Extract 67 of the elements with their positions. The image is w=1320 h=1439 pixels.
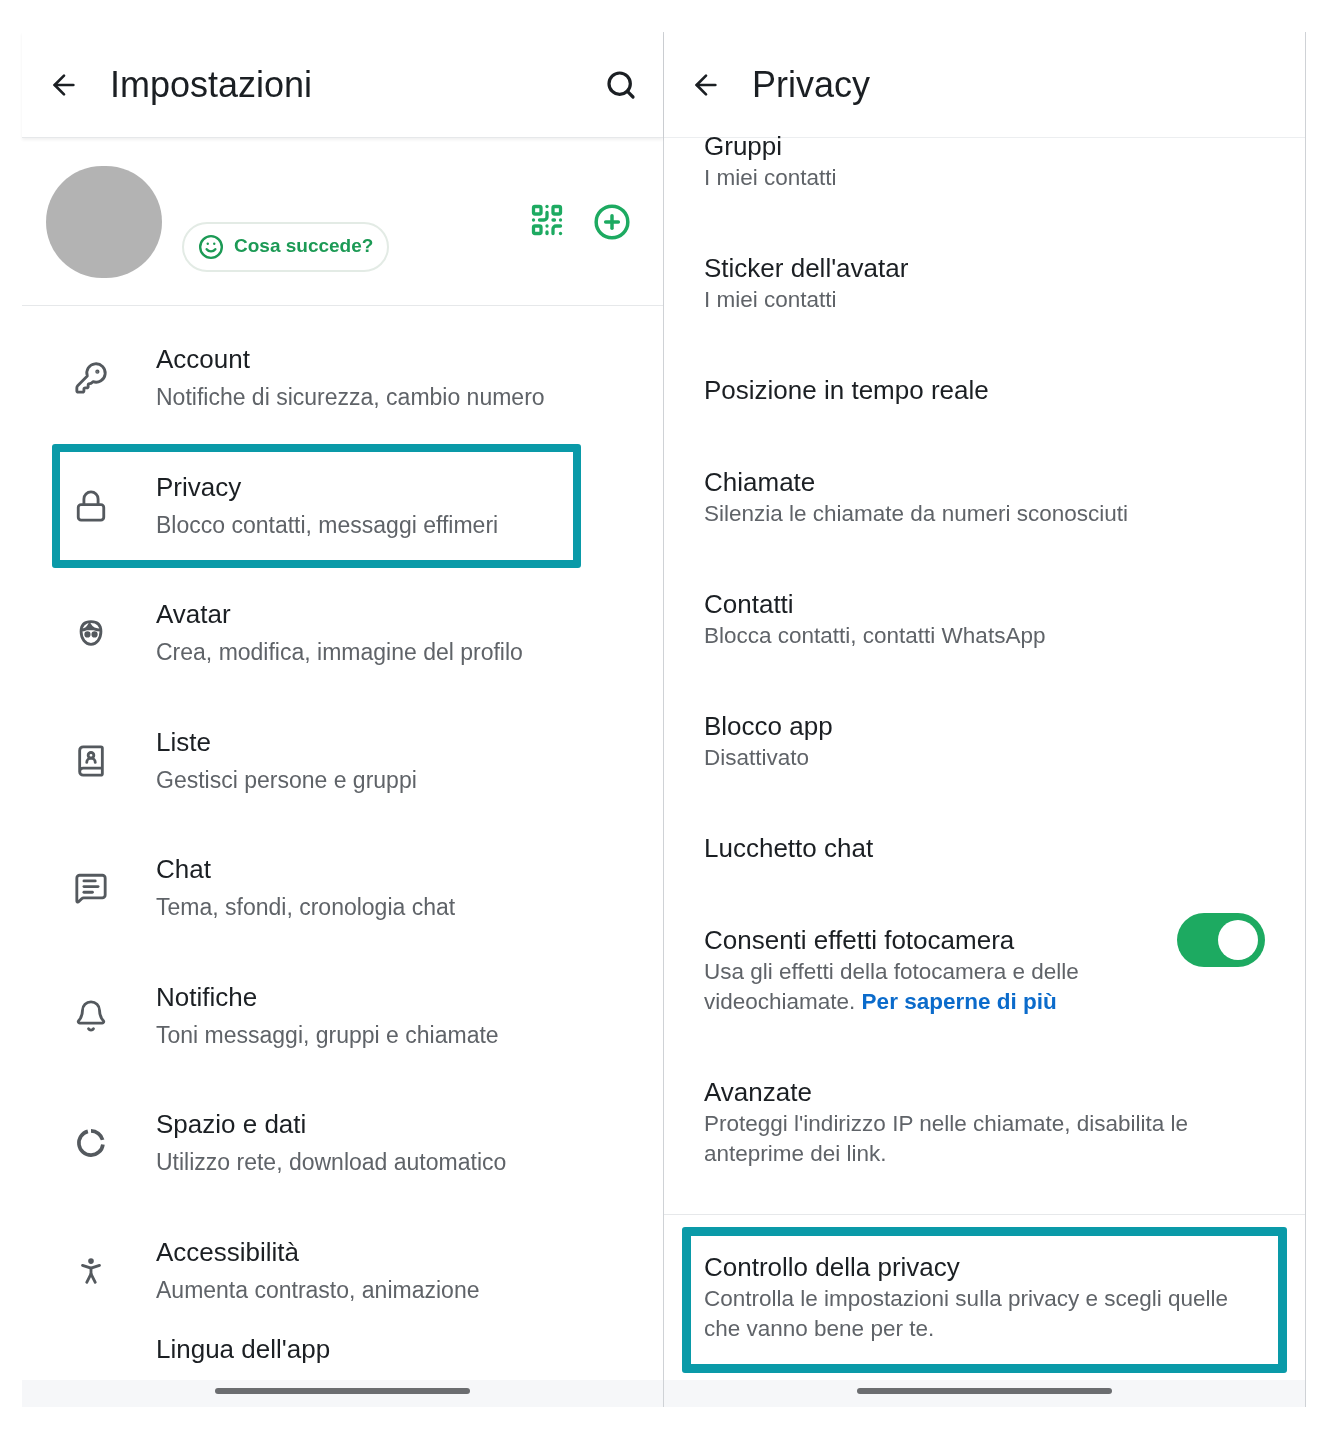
item-title: Blocco app [704,710,834,743]
item-subtitle: Silenzia le chiamate da numeri sconosciuti [704,500,1129,528]
item-subtitle: Controlla le impostazioni sulla privacy e scegli quelle che vanno bene per te. [704,1285,1229,1343]
bell-icon [74,998,108,1033]
qr-code-icon[interactable] [529,202,565,238]
item-title: Posizione in tempo reale [704,374,990,407]
add-icon[interactable] [593,202,631,241]
item-title: Chiamate [704,466,817,499]
item-title: Lingua dell'app [156,1333,331,1366]
toggle-switch[interactable] [1177,913,1265,967]
privacy-item[interactable]: Chiamate Silenzia le chiamate da numeri sconosciuti [664,436,1305,558]
item-subtitle: I miei contatti [704,164,838,192]
privacy-item[interactable]: Posizione in tempo reale [664,344,1305,436]
settings-item[interactable]: Chat Tema, sfondi, cronologia chat [52,826,581,950]
key-icon [74,361,108,395]
settings-item[interactable]: Account Notifiche di sicurezza, cambio numero [52,316,581,440]
item-subtitle: Tema, sfondi, cronologia chat [156,893,456,922]
item-title: Liste [156,725,212,759]
item-subtitle: Gestisci persone e gruppi [156,765,417,795]
privacy-item[interactable]: Controllo della privacy Controlla le impostazioni sulla privacy e scegli quelle che vanno bene per te. [682,1227,1287,1373]
settings-item[interactable]: Liste Gestisci persone e gruppi [52,698,581,823]
screen-title: Impostazioni [110,62,313,107]
item-title: Spazio e dati [156,1108,308,1141]
home-handle[interactable] [857,1388,1112,1394]
privacy-item[interactable]: Lucchetto chat [664,802,1305,894]
ring-icon [74,1126,108,1160]
privacy-item[interactable]: Avanzate Proteggi l'indirizzo IP nelle chiamate, disabilita le anteprime dei link. [664,1046,1305,1198]
item-title: Contatti [704,588,795,621]
item-subtitle: Crea, modifica, immagine del profilo [156,638,523,667]
privacy-item[interactable]: Consenti effetti fotocamera Usa gli effetti della fotocamera e delle videochiamate. Per saperne di più [664,894,1305,1046]
learn-more-link[interactable]: Per saperne di più [861,989,1057,1014]
settings-item[interactable]: Avatar Crea, modifica, immagine del profilo [52,571,581,695]
smile-icon [198,233,224,260]
settings-item[interactable]: Privacy Blocco contatti, messaggi effimeri [52,443,581,568]
item-subtitle: Aumenta contrasto, animazione [156,1275,480,1305]
item-subtitle: Toni messaggi, gruppi e chiamate [156,1020,499,1050]
item-title: Chat [156,853,212,886]
screen-title: Privacy [752,62,871,107]
item-title: Sticker dell'avatar [704,252,910,285]
item-title: Gruppi [704,130,784,163]
item-subtitle: Utilizzo rete, download automatico [156,1148,507,1177]
item-subtitle: Blocca contatti, contatti WhatsApp [704,622,1047,650]
privacy-item[interactable]: Contatti Blocca contatti, contatti WhatsApp [664,558,1305,680]
lock-icon [74,488,108,523]
item-subtitle: Notifiche di sicurezza, cambio numero [156,383,545,412]
item-subtitle: Proteggi l'indirizzo IP nelle chiamate, disabilita le anteprime dei link. [704,1110,1190,1168]
item-title: Controllo della privacy [704,1251,961,1284]
item-subtitle: Usa gli effetti della fotocamera e delle videochiamate. Per saperne di più [704,958,1080,1016]
message-icon [74,871,108,905]
item-title: Notifiche [156,980,259,1014]
search-icon[interactable] [605,68,637,101]
item-subtitle: Blocco contatti, messaggi effimeri [156,510,499,540]
item-title: Lucchetto chat [704,832,875,865]
item-subtitle: I miei contatti [704,286,838,314]
status-button[interactable]: Cosa succede? [182,221,390,272]
settings-item[interactable]: Spazio e dati Utilizzo rete, download automatico [52,1081,581,1205]
privacy-item[interactable]: Sticker dell'avatar I miei contatti [664,222,1305,344]
privacy-item[interactable]: Blocco app Disattivato [664,680,1305,802]
item-title: Avatar [156,598,232,631]
item-title: Accessibilità [156,1235,301,1269]
item-title: Consenti effetti fotocamera [704,924,1016,957]
settings-item[interactable]: Notifiche Toni messaggi, gruppi e chiamate [52,953,581,1078]
item-subtitle: Disattivato [704,744,811,772]
item-title: Privacy [156,470,243,504]
item-title: Avanzate [704,1076,813,1109]
item-title: Account [156,343,251,376]
home-handle[interactable] [215,1388,470,1394]
